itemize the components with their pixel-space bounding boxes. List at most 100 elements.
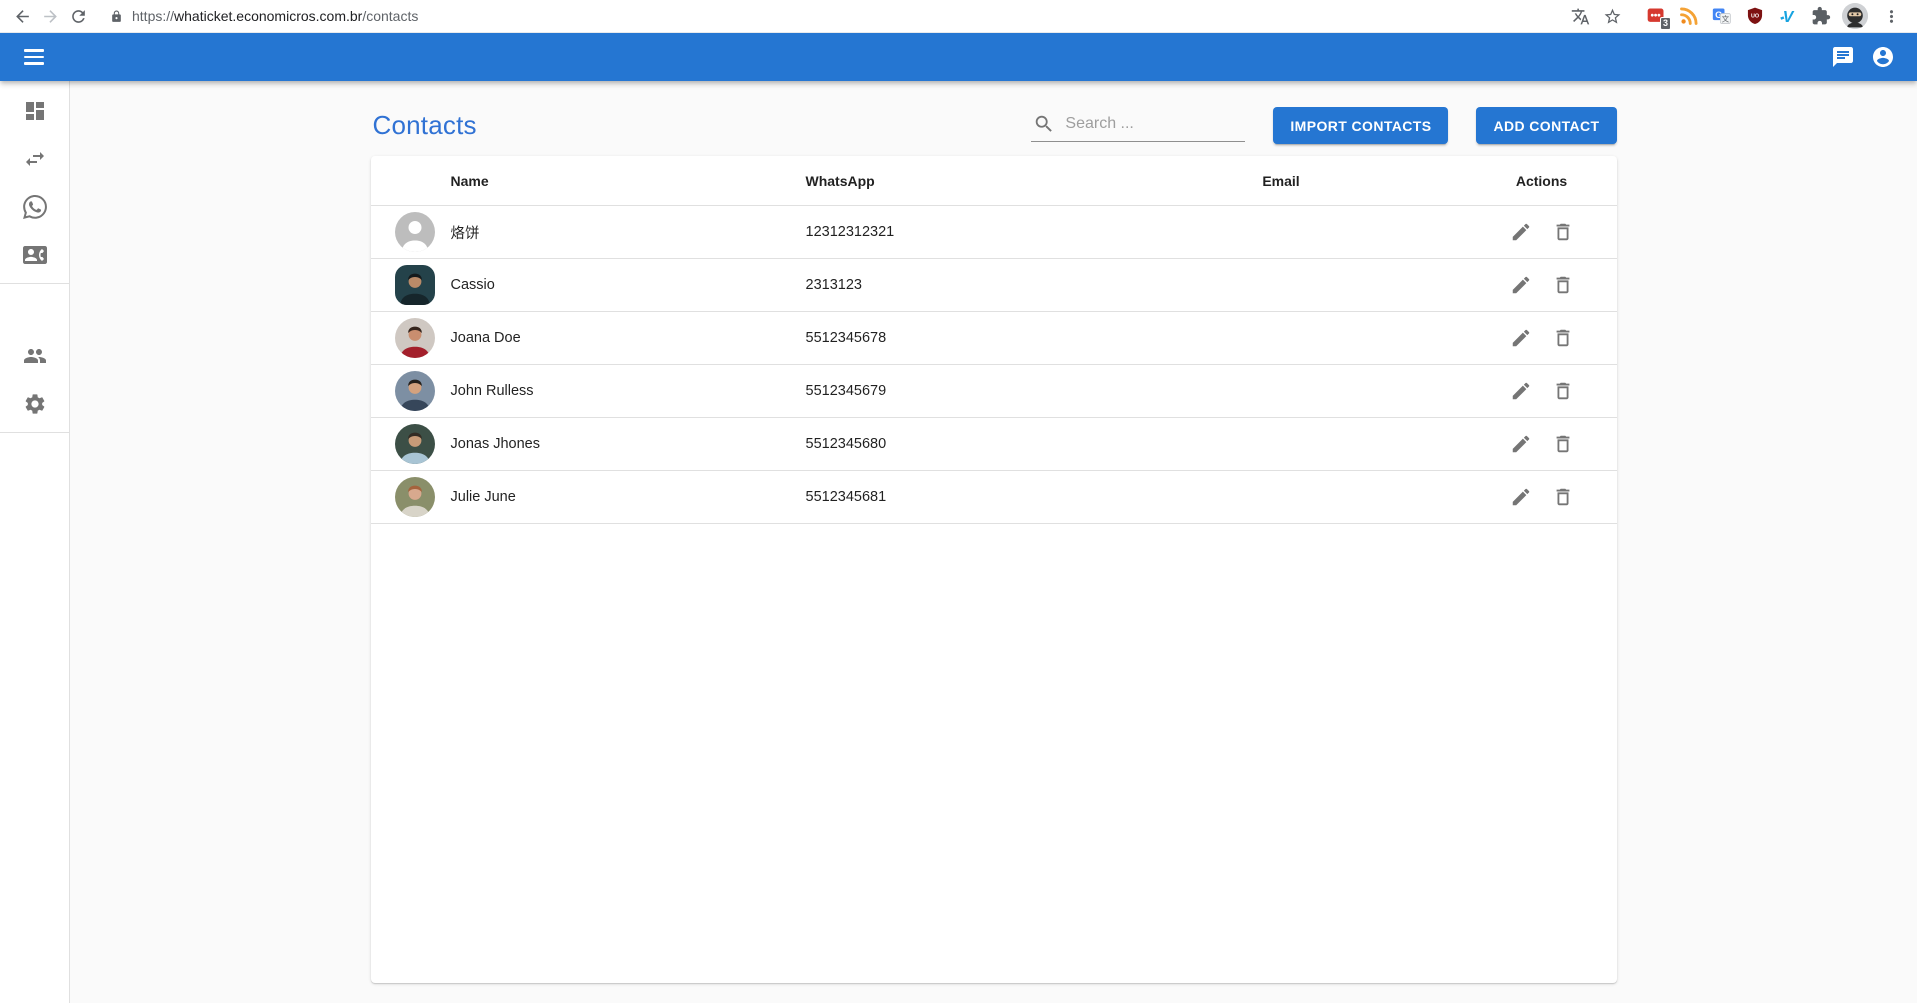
contact-avatar	[395, 265, 435, 305]
svg-text:文: 文	[1722, 13, 1730, 23]
browser-toolbar: https://whaticket.economicros.com.br/con…	[0, 0, 1917, 33]
edit-contact-button[interactable]	[1502, 319, 1540, 357]
extensions-strip: 3 G文 UO V	[1640, 2, 1909, 30]
contact-avatar	[395, 212, 435, 252]
delete-contact-button[interactable]	[1544, 213, 1582, 251]
contact-whatsapp: 5512345680	[806, 436, 1096, 452]
dashboard-icon	[23, 99, 47, 123]
column-header-whatsapp: WhatsApp	[806, 173, 1096, 189]
edit-contact-button[interactable]	[1502, 478, 1540, 516]
edit-pencil-icon	[1510, 486, 1532, 508]
sidebar-item-tickets[interactable]	[0, 183, 70, 231]
sidebar-item-dashboard[interactable]	[0, 87, 70, 135]
sidebar-divider	[0, 432, 69, 433]
delete-contact-button[interactable]	[1544, 478, 1582, 516]
contact-name: Cassio	[451, 277, 806, 293]
contact-avatar	[395, 477, 435, 517]
browser-profile-avatar[interactable]	[1842, 3, 1868, 29]
delete-contact-button[interactable]	[1544, 266, 1582, 304]
table-row: Jonas Jhones 5512345680	[371, 418, 1617, 471]
search-icon	[1033, 113, 1055, 135]
delete-contact-button[interactable]	[1544, 425, 1582, 463]
delete-trash-icon	[1552, 221, 1574, 243]
contact-avatar	[395, 424, 435, 464]
sidebar-item-settings[interactable]	[0, 380, 70, 428]
delete-trash-icon	[1552, 274, 1574, 296]
account-circle-icon[interactable]	[1863, 37, 1903, 77]
delete-contact-button[interactable]	[1544, 372, 1582, 410]
sidebar-divider	[0, 283, 69, 284]
sidebar-item-connections[interactable]	[0, 135, 70, 183]
contact-whatsapp: 12312312321	[806, 224, 1096, 240]
table-row: Cassio 2313123	[371, 259, 1617, 312]
ublock-origin-icon[interactable]: UO	[1743, 4, 1767, 28]
google-translate-extension-icon[interactable]: G文	[1710, 4, 1734, 28]
edit-contact-button[interactable]	[1502, 372, 1540, 410]
translate-page-icon[interactable]	[1566, 2, 1594, 30]
bookmark-star-icon[interactable]	[1598, 2, 1626, 30]
vimeo-icon[interactable]: V	[1776, 4, 1800, 28]
contact-avatar	[395, 318, 435, 358]
contact-name: Joana Doe	[451, 330, 806, 346]
table-row: 烙饼 12312312321	[371, 206, 1617, 259]
delete-trash-icon	[1552, 433, 1574, 455]
contact-name: Jonas Jhones	[451, 436, 806, 452]
table-row: John Rulless 5512345679	[371, 365, 1617, 418]
add-contact-button[interactable]: ADD CONTACT	[1476, 107, 1616, 144]
contact-name: 烙饼	[451, 222, 806, 243]
forward-icon[interactable]	[36, 2, 64, 30]
svg-text:UO: UO	[1751, 13, 1759, 19]
table-header-row: Name WhatsApp Email Actions	[371, 156, 1617, 206]
address-bar[interactable]: https://whaticket.economicros.com.br/con…	[102, 3, 1634, 29]
contact-whatsapp: 5512345679	[806, 383, 1096, 399]
edit-pencil-icon	[1510, 433, 1532, 455]
rss-feed-icon[interactable]	[1677, 4, 1701, 28]
delete-contact-button[interactable]	[1544, 319, 1582, 357]
edit-pencil-icon	[1510, 327, 1532, 349]
sidebar-item-users[interactable]	[0, 332, 70, 380]
menu-icon[interactable]	[14, 37, 54, 77]
contacts-table: Name WhatsApp Email Actions 烙饼 123123123…	[371, 156, 1617, 983]
browser-menu-icon[interactable]	[1877, 2, 1905, 30]
svg-text:V: V	[1783, 9, 1795, 26]
whatsapp-icon	[23, 195, 47, 219]
delete-trash-icon	[1552, 486, 1574, 508]
edit-contact-button[interactable]	[1502, 266, 1540, 304]
back-icon[interactable]	[8, 2, 36, 30]
contacts-icon	[23, 243, 47, 267]
chat-icon[interactable]	[1823, 37, 1863, 77]
delete-trash-icon	[1552, 380, 1574, 402]
table-row: Julie June 5512345681	[371, 471, 1617, 524]
edit-pencil-icon	[1510, 221, 1532, 243]
puzzle-extension-icon[interactable]	[1809, 4, 1833, 28]
contact-whatsapp: 5512345681	[806, 489, 1096, 505]
main-content: Contacts IMPORT CONTACTS ADD CONTACT Nam…	[70, 81, 1917, 1003]
sidebar-item-contacts[interactable]	[0, 231, 70, 279]
column-header-name: Name	[451, 173, 806, 189]
contact-whatsapp: 5512345678	[806, 330, 1096, 346]
contact-name: John Rulless	[451, 383, 806, 399]
reload-icon[interactable]	[64, 2, 92, 30]
delete-trash-icon	[1552, 327, 1574, 349]
sidebar	[0, 81, 70, 1003]
edit-pencil-icon	[1510, 274, 1532, 296]
page-header: Contacts IMPORT CONTACTS ADD CONTACT	[371, 81, 1617, 156]
import-contacts-button[interactable]: IMPORT CONTACTS	[1273, 107, 1448, 144]
connections-swap-icon	[23, 147, 47, 171]
column-header-actions: Actions	[1467, 173, 1617, 189]
column-header-email: Email	[1096, 173, 1467, 189]
edit-pencil-icon	[1510, 380, 1532, 402]
extension-badge: 3	[1660, 17, 1671, 30]
edit-contact-button[interactable]	[1502, 213, 1540, 251]
settings-gear-icon	[23, 392, 47, 416]
page-title: Contacts	[373, 110, 477, 141]
padlock-icon	[110, 10, 123, 23]
red-dots-extension-icon[interactable]: 3	[1644, 4, 1668, 28]
contact-avatar	[395, 371, 435, 411]
search-box	[1031, 109, 1245, 142]
edit-contact-button[interactable]	[1502, 425, 1540, 463]
search-input[interactable]	[1065, 115, 1243, 133]
url-text: https://whaticket.economicros.com.br/con…	[132, 8, 418, 24]
contacts-table-body: 烙饼 12312312321 Cassio 2313123 Joana Do	[371, 206, 1617, 524]
table-row: Joana Doe 5512345678	[371, 312, 1617, 365]
